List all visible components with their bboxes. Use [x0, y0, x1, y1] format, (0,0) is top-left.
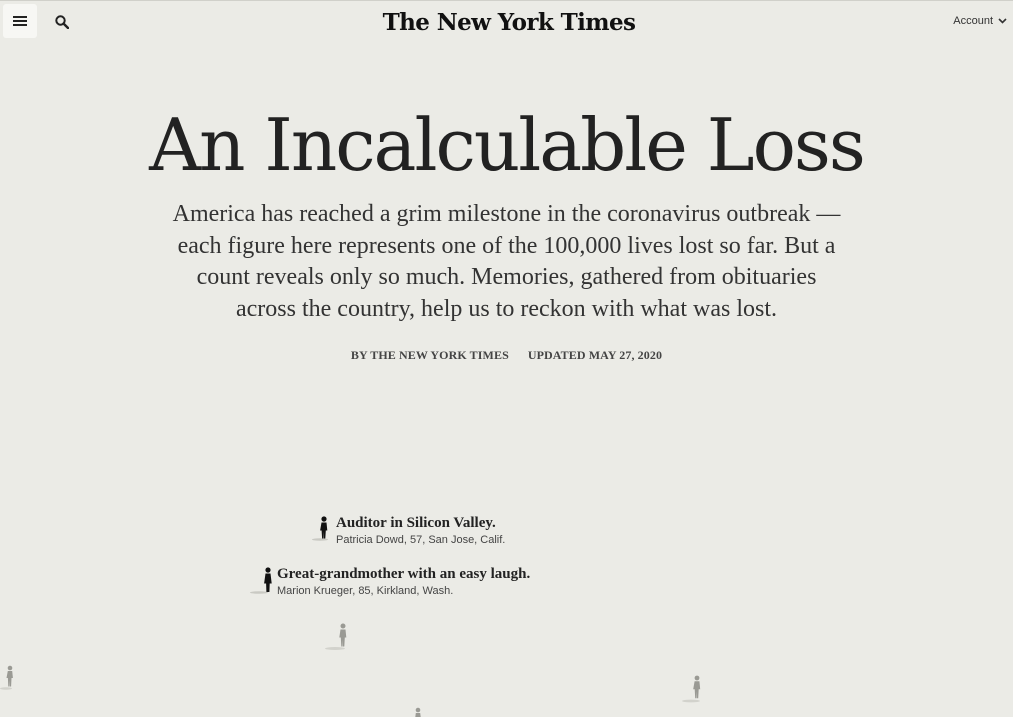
person-figure-icon[interactable] — [680, 674, 706, 704]
memorial-entry[interactable]: Auditor in Silicon Valley. Patricia Dowd… — [311, 514, 505, 548]
memorial-title: Auditor in Silicon Valley. — [336, 515, 496, 531]
byline: BY THE NEW YORK TIMES — [350, 348, 509, 362]
byline-row: BY THE NEW YORK TIMES UPDATED MAY 27, 20… — [0, 348, 1013, 363]
person-figure-icon — [312, 516, 328, 541]
person-figure-icon[interactable] — [0, 664, 20, 692]
nyt-masthead-logo[interactable]: The New York Times — [0, 6, 1013, 40]
account-label: Account — [953, 15, 993, 27]
memorial-subtitle: Marion Krueger, 85, Kirkland, Wash. — [277, 585, 454, 597]
updated-date: UPDATED MAY 27, 2020 — [527, 348, 663, 362]
top-border — [0, 0, 1013, 1]
memorial-subtitle: Patricia Dowd, 57, San Jose, Calif. — [336, 534, 506, 546]
article-headline: An Incalculable Loss — [149, 103, 866, 187]
account-button[interactable]: Account — [953, 13, 1007, 29]
person-figure-icon[interactable] — [324, 622, 350, 652]
article-summary: America has reached a grim milestone in … — [172, 201, 841, 322]
memorial-title: Great-grandmother with an easy laugh. — [277, 566, 531, 582]
person-figure-icon — [250, 567, 272, 594]
chevron-down-icon — [998, 18, 1007, 24]
memorial-entry[interactable]: Great-grandmother with an easy laugh. Ma… — [249, 565, 530, 599]
person-figure-icon[interactable] — [408, 706, 428, 717]
